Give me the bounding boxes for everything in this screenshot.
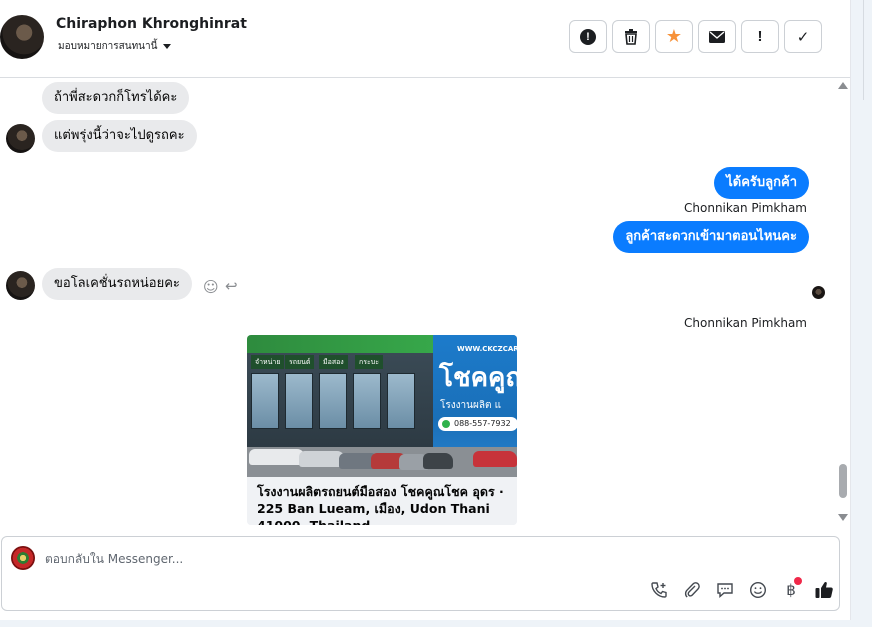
brand-tagline: โรงงานผลิต แ	[440, 400, 502, 411]
reply-icon[interactable]: ↩	[225, 277, 238, 295]
store-sign: มือสอง	[319, 355, 348, 369]
brand-phone: 088-557-7932	[438, 417, 517, 431]
contact-avatar-small	[6, 271, 35, 300]
messenger-conversation: Chiraphon Khronghinrat มอบหมายการสนทนานี…	[0, 0, 872, 627]
check-icon: ✓	[796, 28, 810, 46]
mark-unread-button[interactable]	[698, 20, 736, 53]
contact-avatar-small	[6, 124, 35, 153]
right-panel-edge	[850, 0, 872, 627]
location-card[interactable]: จำหน่าย รถยนต์ มือสอง กระบะ WWW.CKCZCAR …	[247, 335, 517, 525]
bottom-edge	[0, 620, 872, 627]
report-button[interactable]: !	[569, 20, 607, 53]
spam-button[interactable]: !	[741, 20, 779, 53]
report-icon: !	[580, 28, 596, 45]
trash-icon	[625, 28, 637, 45]
phone-icon	[442, 420, 450, 428]
mark-done-button[interactable]: ✓	[784, 20, 822, 53]
header-actions: ! ★ ! ✓	[569, 20, 822, 53]
location-image[interactable]: จำหน่าย รถยนต์ มือสอง กระบะ WWW.CKCZCAR …	[247, 335, 517, 477]
message-list[interactable]: ถ้าพี่สะดวกก็โทรได้คะ แต่พรุ่งนี้ว่าจะไป…	[0, 79, 850, 534]
outgoing-message[interactable]: ลูกค้าสะดวกเข้ามาตอนไหนคะ	[613, 221, 809, 253]
caret-down-icon	[163, 44, 172, 49]
star-icon: ★	[665, 26, 683, 46]
contact-name[interactable]: Chiraphon Khronghinrat	[56, 16, 247, 32]
page-avatar	[11, 546, 35, 570]
sender-name: Chonnikan Pimkham	[684, 201, 807, 215]
scroll-down-arrow[interactable]	[838, 514, 848, 521]
conversation-header: Chiraphon Khronghinrat มอบหมายการสนทนานี…	[0, 0, 850, 78]
react-emoji-icon[interactable]: ☺	[203, 278, 219, 296]
contact-avatar[interactable]	[0, 15, 44, 59]
attachment-icon[interactable]	[681, 579, 703, 601]
assign-label: มอบหมายการสนทนานี้	[58, 41, 158, 52]
store-sign: กระบะ	[355, 355, 383, 369]
store-sign: รถยนต์	[285, 355, 315, 369]
thumbs-up-icon[interactable]	[813, 579, 835, 601]
saved-replies-icon[interactable]	[714, 579, 736, 601]
notification-dot	[794, 577, 802, 585]
delete-button[interactable]	[612, 20, 650, 53]
incoming-message[interactable]: ถ้าพี่สะดวกก็โทรได้คะ	[42, 82, 190, 114]
assign-conversation-dropdown[interactable]: มอบหมายการสนทนานี้	[58, 39, 172, 54]
seen-avatar	[812, 286, 825, 299]
star-button[interactable]: ★	[655, 20, 693, 53]
payment-baht-icon[interactable]: ฿	[780, 577, 802, 601]
location-title[interactable]: โรงงานผลิตรถยนต์มือสอง โชคคูณโชค อุดร · …	[247, 477, 517, 525]
scrollbar-thumb[interactable]	[839, 464, 847, 498]
reply-input[interactable]	[45, 549, 805, 569]
emoji-icon[interactable]	[747, 579, 769, 601]
sender-name: Chonnikan Pimkham	[684, 316, 807, 330]
composer-tools: ฿	[648, 577, 835, 601]
brand-name: โชคคูณ	[439, 363, 517, 393]
incoming-message[interactable]: แต่พรุ่งนี้ว่าจะไปดูรถคะ	[42, 120, 197, 152]
exclamation-icon: !	[757, 28, 763, 45]
outgoing-message[interactable]: ได้ครับลูกค้า	[714, 167, 809, 199]
envelope-icon	[709, 30, 725, 43]
message-composer: ฿	[1, 536, 840, 611]
scroll-up-arrow[interactable]	[838, 82, 848, 89]
store-sign: จำหน่าย	[251, 355, 285, 369]
brand-url: WWW.CKCZCAR	[457, 345, 517, 353]
incoming-message[interactable]: ขอโลเคชั่นรถหน่อยคะ	[42, 268, 192, 300]
call-add-icon[interactable]	[648, 579, 670, 601]
